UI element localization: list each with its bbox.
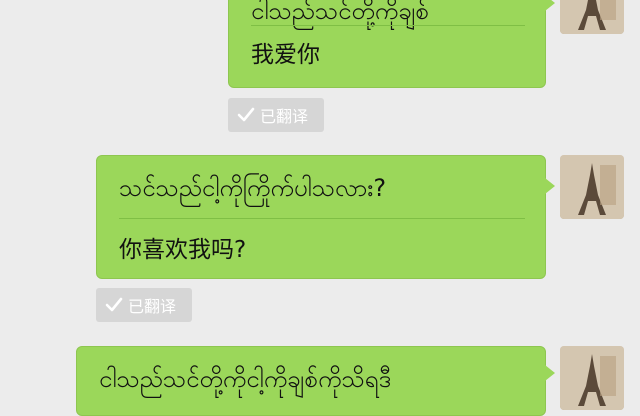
translation-text-2: 你喜欢我吗?: [119, 237, 247, 263]
original-text-1: ငါသည်သင်တို့ကိုချစ်: [251, 0, 430, 25]
checkmark-icon: [237, 107, 255, 122]
translated-badge-1: 已翻译: [228, 98, 324, 132]
translated-badge-label-2: 已翻译: [128, 297, 177, 316]
avatar[interactable]: [560, 0, 624, 34]
bubble-divider-2: [119, 218, 525, 219]
message-bubble-2[interactable]: သင်သည်ငါ့ကိုကြိုက်ပါသလား? 你喜欢我吗?: [96, 155, 555, 279]
bubble-divider-1: [251, 25, 525, 26]
eiffel-tower-avatar-icon: [560, 155, 624, 219]
avatar[interactable]: [560, 155, 624, 219]
original-text-2: သင်သည်ငါ့ကိုကြိုက်ပါသလား?: [119, 174, 387, 202]
eiffel-tower-avatar-icon: [560, 0, 624, 34]
checkmark-icon: [105, 297, 123, 312]
translation-text-1: 我爱你: [251, 42, 320, 68]
message-bubble-1[interactable]: ငါသည်သင်တို့ကိုချစ် 我爱你: [228, 0, 555, 88]
message-bubble-3[interactable]: ငါသည်သင်တို့ကိုငါ့ကိုချစ်ကိုသိရဒီ: [76, 346, 555, 416]
eiffel-tower-avatar-icon: [560, 346, 624, 410]
translated-badge-2: 已翻译: [96, 288, 192, 322]
translated-badge-label-1: 已翻译: [260, 107, 309, 126]
original-text-3: ငါသည်သင်တို့ကိုငါ့ကိုချစ်ကိုသိရဒီ: [99, 365, 391, 393]
avatar[interactable]: [560, 346, 624, 410]
